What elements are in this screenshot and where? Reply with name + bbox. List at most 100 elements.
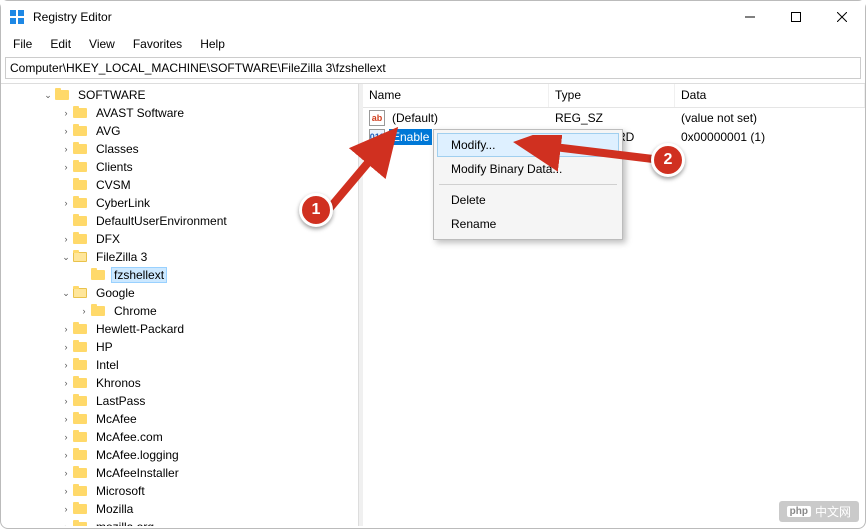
tree-node-label: McAfee.logging xyxy=(93,447,182,463)
folder-icon xyxy=(73,124,89,138)
window-title: Registry Editor xyxy=(33,10,112,24)
annotation-badge-1-text: 1 xyxy=(312,201,321,219)
chevron-down-icon[interactable]: ⌄ xyxy=(41,88,55,102)
tree-node-label: Mozilla xyxy=(93,501,136,517)
tree-node-label: Microsoft xyxy=(93,483,148,499)
chevron-right-icon[interactable]: › xyxy=(59,412,73,426)
folder-icon xyxy=(73,502,89,516)
dword-value-icon: 011 xyxy=(369,129,385,145)
context-menu-item[interactable]: Modify Binary Data... xyxy=(437,157,619,181)
folder-icon xyxy=(73,358,89,372)
folder-icon xyxy=(55,88,71,102)
folder-icon xyxy=(73,412,89,426)
folder-icon xyxy=(73,376,89,390)
tree-node-label: DFX xyxy=(93,231,123,247)
column-data[interactable]: Data xyxy=(675,84,865,107)
minimize-button[interactable] xyxy=(727,1,773,33)
tree-node[interactable]: ›McAfeeInstaller xyxy=(59,464,358,482)
tree-node[interactable]: ⌄ SOFTWARE xyxy=(41,86,358,104)
tree-node[interactable]: ⌄ FileZilla 3 xyxy=(59,248,358,266)
folder-icon xyxy=(73,196,89,210)
tree-node[interactable]: fzshellext xyxy=(77,266,358,284)
tree-node-label: CVSM xyxy=(93,177,134,193)
tree-node[interactable]: ›McAfee xyxy=(59,410,358,428)
menu-file[interactable]: File xyxy=(5,35,40,53)
tree-node-label: DefaultUserEnvironment xyxy=(93,213,230,229)
chevron-down-icon[interactable]: ⌄ xyxy=(59,250,73,264)
value-name: (Default) xyxy=(389,110,441,126)
chevron-right-icon[interactable]: › xyxy=(59,106,73,120)
tree-node[interactable]: ›McAfee.com xyxy=(59,428,358,446)
chevron-down-icon[interactable]: ⌄ xyxy=(59,286,73,300)
watermark-text: 中文网 xyxy=(815,503,851,520)
context-menu-item[interactable]: Modify... xyxy=(437,133,619,157)
tree-node-label: FileZilla 3 xyxy=(93,249,150,265)
tree-node-label: AVAST Software xyxy=(93,105,187,121)
tree-node[interactable]: ›Intel xyxy=(59,356,358,374)
tree-node[interactable]: › Mozilla xyxy=(59,500,358,518)
tree-node[interactable]: › McAfee.logging xyxy=(59,446,358,464)
tree-node[interactable]: ›LastPass xyxy=(59,392,358,410)
context-menu-item[interactable]: Delete xyxy=(437,188,619,212)
tree-node-label: Chrome xyxy=(111,303,160,319)
tree-node-label: Khronos xyxy=(93,375,144,391)
menu-view[interactable]: View xyxy=(81,35,123,53)
folder-icon xyxy=(91,304,107,318)
tree-node[interactable]: › Khronos xyxy=(59,374,358,392)
chevron-right-icon[interactable]: › xyxy=(59,448,73,462)
chevron-right-icon[interactable]: › xyxy=(59,502,73,516)
string-value-icon: ab xyxy=(369,110,385,126)
context-menu-item[interactable]: Rename xyxy=(437,212,619,236)
tree-node[interactable]: › AVAST Software xyxy=(59,104,358,122)
chevron-right-icon[interactable]: › xyxy=(59,322,73,336)
folder-icon xyxy=(73,232,89,246)
chevron-right-icon[interactable]: › xyxy=(59,142,73,156)
chevron-right-icon[interactable]: › xyxy=(77,304,91,318)
chevron-right-icon[interactable]: › xyxy=(59,484,73,498)
menu-help[interactable]: Help xyxy=(192,35,233,53)
tree-node[interactable]: ›HP xyxy=(59,338,358,356)
value-name: Enable xyxy=(389,129,432,145)
tree-node[interactable]: ›mozilla.org xyxy=(59,518,358,526)
titlebar: Registry Editor xyxy=(1,1,865,33)
chevron-right-icon[interactable]: › xyxy=(59,124,73,138)
chevron-right-icon[interactable]: › xyxy=(59,466,73,480)
chevron-right-icon[interactable]: › xyxy=(59,196,73,210)
tree-pane[interactable]: ⌄SOFTWARE›AVAST Software›AVG›Classes›Cli… xyxy=(1,84,359,526)
annotation-badge-2: 2 xyxy=(651,143,685,177)
menu-favorites[interactable]: Favorites xyxy=(125,35,190,53)
chevron-right-icon[interactable]: › xyxy=(59,358,73,372)
menubar: File Edit View Favorites Help xyxy=(1,33,865,55)
tree-node[interactable]: ⌄Google xyxy=(59,284,358,302)
column-type[interactable]: Type xyxy=(549,84,675,107)
close-button[interactable] xyxy=(819,1,865,33)
tree-node[interactable]: › Hewlett-Packard xyxy=(59,320,358,338)
tree-node[interactable]: ›Clients xyxy=(59,158,358,176)
menu-edit[interactable]: Edit xyxy=(42,35,79,53)
tree-node[interactable]: › Chrome xyxy=(77,302,358,320)
tree-node-label: SOFTWARE xyxy=(75,87,149,103)
tree-node[interactable]: ›Classes xyxy=(59,140,358,158)
folder-icon xyxy=(73,142,89,156)
list-row[interactable]: ab(Default)REG_SZ(value not set) xyxy=(363,108,865,127)
tree-node-label: Hewlett-Packard xyxy=(93,321,187,337)
tree-node[interactable]: CVSM xyxy=(59,176,358,194)
chevron-right-icon[interactable]: › xyxy=(59,394,73,408)
watermark: php 中文网 xyxy=(779,501,859,522)
value-data: (value not set) xyxy=(675,111,865,125)
chevron-right-icon[interactable]: › xyxy=(59,340,73,354)
maximize-button[interactable] xyxy=(773,1,819,33)
address-bar[interactable]: Computer\HKEY_LOCAL_MACHINE\SOFTWARE\Fil… xyxy=(5,57,861,79)
chevron-right-icon[interactable]: › xyxy=(59,376,73,390)
chevron-right-icon[interactable]: › xyxy=(59,430,73,444)
column-name[interactable]: Name xyxy=(363,84,549,107)
tree-node[interactable]: › DFX xyxy=(59,230,358,248)
tree-node[interactable]: › Microsoft xyxy=(59,482,358,500)
chevron-right-icon[interactable]: › xyxy=(59,160,73,174)
chevron-right-icon[interactable]: › xyxy=(59,232,73,246)
chevron-right-icon[interactable]: › xyxy=(59,520,73,526)
context-menu-separator xyxy=(439,184,617,185)
folder-icon xyxy=(73,106,89,120)
tree-node[interactable]: ›AVG xyxy=(59,122,358,140)
folder-icon xyxy=(73,214,89,228)
